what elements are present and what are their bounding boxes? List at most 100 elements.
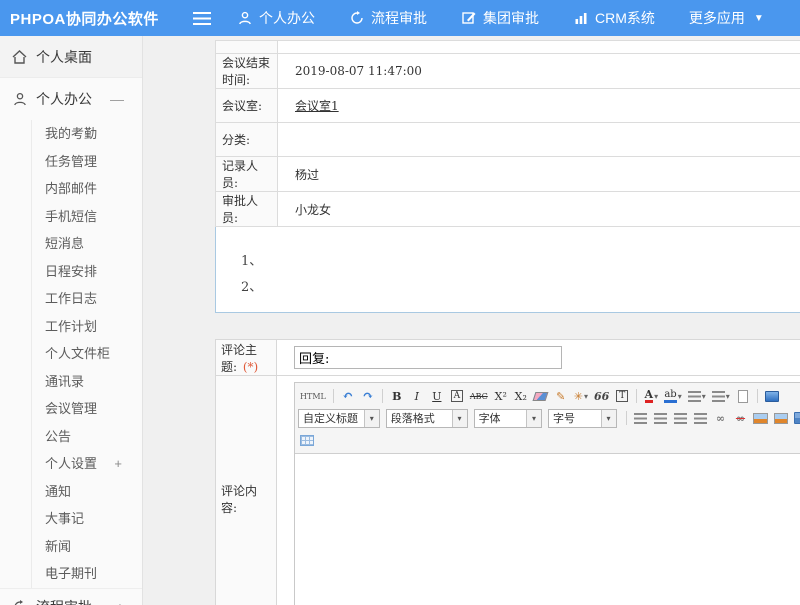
home-icon <box>12 49 27 64</box>
font-size-select[interactable]: 字号 ▾ <box>548 409 616 428</box>
nav-crm-system[interactable]: CRM系统 <box>573 8 655 28</box>
table-row: 会议室: 会议室1 <box>216 89 800 123</box>
field-value-category <box>278 123 800 157</box>
comment-subject-label: 评论主题: (*) <box>216 340 277 376</box>
redo-icon[interactable]: ↷ <box>359 387 377 405</box>
sidebar-item-news[interactable]: 新闻 <box>32 533 142 561</box>
sidebar-item-internal-mail[interactable]: 内部邮件 <box>32 175 142 203</box>
blockquote-icon[interactable]: 66 <box>592 387 611 405</box>
top-navbar: PHPOA协同办公软件 个人办公 流程审批 集团审批 CRM系统 <box>0 0 800 36</box>
nav-process-approval[interactable]: 流程审批 <box>349 8 427 28</box>
comment-content-editarea[interactable] <box>295 454 800 605</box>
collapse-icon[interactable]: — <box>110 91 124 107</box>
minutes-line: 2、 <box>241 275 800 301</box>
rich-text-editor: HTML ↶ ↷ B I U A ABC X² <box>294 382 800 605</box>
comment-subject-input[interactable] <box>294 346 562 369</box>
menu-icon[interactable] <box>193 12 211 25</box>
table-row <box>216 41 800 54</box>
field-value-recorder: 杨过 <box>278 157 800 192</box>
sidebar-item-announcement[interactable]: 公告 <box>32 423 142 451</box>
strikethrough-icon[interactable]: ABC <box>468 387 490 405</box>
sidebar-item-file-cabinet[interactable]: 个人文件柜 <box>32 340 142 368</box>
remove-format-icon[interactable] <box>532 387 550 405</box>
align-center-icon[interactable] <box>651 409 669 427</box>
ordered-list-icon[interactable]: ▾ <box>686 387 708 405</box>
toolbar-row-2: 自定义标题 ▾ 段落格式 ▾ 字体 ▾ <box>298 407 800 429</box>
remove-link-icon[interactable]: ∞ <box>731 409 749 427</box>
sidebar-item-personal-settings[interactable]: 个人设置 + <box>32 450 142 478</box>
sidebar-item-schedule[interactable]: 日程安排 <box>32 258 142 286</box>
source-code-button[interactable]: HTML <box>298 387 328 405</box>
undo-icon[interactable]: ↶ <box>339 387 357 405</box>
process-icon <box>12 600 27 605</box>
required-mark: (*) <box>243 360 258 374</box>
subscript-icon[interactable]: X₂ <box>512 387 530 405</box>
sidebar-item-meeting-mgmt[interactable]: 会议管理 <box>32 395 142 423</box>
wand-glyph: ✳ <box>574 390 583 403</box>
table-row: 评论内容: HTML ↶ ↷ B I U <box>216 376 800 605</box>
paragraph-format-select[interactable]: 段落格式 ▾ <box>386 409 468 428</box>
field-value-meeting-room: 会议室1 <box>278 89 800 123</box>
caret-down-icon: ▾ <box>678 392 682 401</box>
sidebar-item-label: 个人桌面 <box>36 47 92 67</box>
nav-group-approval[interactable]: 集团审批 <box>461 8 539 28</box>
sidebar-item-work-plan[interactable]: 工作计划 <box>32 313 142 341</box>
highlight-color-icon[interactable]: ab▾ <box>662 387 683 405</box>
minutes-line: 1、 <box>241 249 800 275</box>
caret-down-icon: ▾ <box>726 392 730 401</box>
sidebar-group-label: 流程审批 <box>36 597 92 605</box>
superscript-icon[interactable]: X² <box>492 387 510 405</box>
custom-heading-select[interactable]: 自定义标题 ▾ <box>298 409 380 428</box>
new-page-icon[interactable] <box>734 387 752 405</box>
nav-more-apps[interactable]: 更多应用 ▼ <box>689 8 764 28</box>
sidebar-group-personal-office[interactable]: 个人办公 — <box>0 78 142 120</box>
sidebar-item-contacts[interactable]: 通讯录 <box>32 368 142 396</box>
insert-link-icon[interactable]: ∞ <box>711 409 729 427</box>
sidebar-item-attendance[interactable]: 我的考勤 <box>32 120 142 148</box>
sidebar-item-e-journal[interactable]: 电子期刊 <box>32 560 142 588</box>
sidebar-item-work-log[interactable]: 工作日志 <box>32 285 142 313</box>
caret-down-icon: ▾ <box>654 392 658 401</box>
sidebar-sublist: 我的考勤 任务管理 内部邮件 手机短信 短消息 日程安排 工作日志 工作计划 个… <box>31 120 142 588</box>
sidebar-item-short-message[interactable]: 短消息 <box>32 230 142 258</box>
font-style-icon[interactable]: A <box>451 390 464 402</box>
insert-image-icon[interactable] <box>751 409 769 427</box>
insert-media-icon[interactable] <box>792 409 800 427</box>
network-image-icon[interactable] <box>772 409 790 427</box>
paste-glyph: T <box>616 390 628 402</box>
underline-icon[interactable]: U <box>428 387 446 405</box>
meeting-detail-table: 会议结束时间: 2019-08-07 11:47:00 会议室: 会议室1 分类… <box>215 40 800 227</box>
expand-icon[interactable]: + <box>116 599 124 605</box>
font-family-select[interactable]: 字体 ▾ <box>474 409 542 428</box>
paste-plain-icon[interactable]: T <box>613 387 631 405</box>
italic-icon[interactable]: I <box>408 387 426 405</box>
unordered-list-icon[interactable]: ▾ <box>710 387 732 405</box>
sidebar-item-tasks[interactable]: 任务管理 <box>32 148 142 176</box>
edit-square-icon <box>461 11 476 26</box>
caret-down-icon: ▾ <box>601 410 616 427</box>
sidebar-item-label: 个人设置 <box>45 456 97 471</box>
table-row: 记录人员: 杨过 <box>216 157 800 192</box>
align-justify-icon[interactable] <box>691 409 709 427</box>
format-brush-icon[interactable]: ✎ <box>552 387 570 405</box>
bold-icon[interactable]: B <box>388 387 406 405</box>
quick-format-icon[interactable]: ✳▾ <box>572 387 590 405</box>
expand-icon[interactable]: + <box>114 450 122 478</box>
caret-down-icon: ▾ <box>452 410 467 427</box>
sidebar-item-big-events[interactable]: 大事记 <box>32 505 142 533</box>
nav-personal-office[interactable]: 个人办公 <box>237 8 315 28</box>
field-label: 记录人员: <box>216 157 278 192</box>
person-icon <box>237 11 252 26</box>
insert-table-icon[interactable] <box>298 431 316 449</box>
sidebar-item-sms[interactable]: 手机短信 <box>32 203 142 231</box>
align-right-icon[interactable] <box>671 409 689 427</box>
comment-form-table: 评论主题: (*) 评论内容: HTML ↶ <box>215 339 800 605</box>
align-left-icon[interactable] <box>631 409 649 427</box>
sidebar-item-notice[interactable]: 通知 <box>32 478 142 506</box>
table-row: 评论主题: (*) <box>216 340 800 376</box>
fullscreen-preview-icon[interactable] <box>763 387 781 405</box>
font-color-icon[interactable]: A▾ <box>642 387 660 405</box>
sidebar-group-process-approval[interactable]: 流程审批 + <box>0 588 142 605</box>
field-label: 分类: <box>216 123 278 157</box>
sidebar-item-desktop[interactable]: 个人桌面 <box>0 36 142 78</box>
